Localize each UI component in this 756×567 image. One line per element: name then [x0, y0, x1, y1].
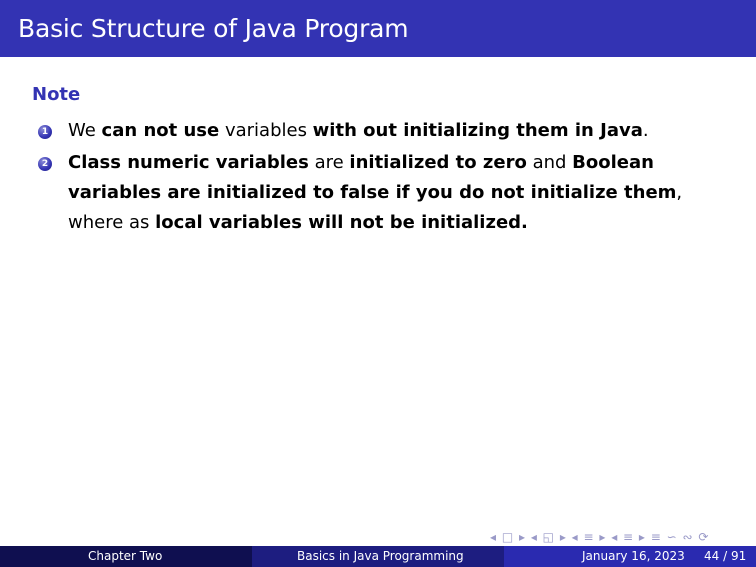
- text-run-bold: initialized to zero: [349, 152, 527, 173]
- text-run: where as: [68, 212, 156, 233]
- text-run-bold: local variables will not be initialized.: [155, 212, 528, 233]
- text-run: We: [68, 120, 102, 141]
- footer-section-left: Chapter Two: [0, 546, 252, 567]
- list-item-2-line-1: Class numeric variables are initialized …: [68, 148, 682, 178]
- text-run: ,: [676, 182, 683, 203]
- footer: Chapter Two Basics in Java Programming J…: [0, 546, 756, 567]
- list-item-1: We can not use variables with out initia…: [68, 116, 649, 146]
- footer-section-center: Basics in Java Programming: [252, 546, 504, 567]
- text-run-bold: can not use: [101, 120, 220, 141]
- list-item-2-line-2: variables are initialized to false if yo…: [68, 178, 682, 208]
- note-heading: Note: [32, 84, 81, 105]
- list-number-2: 2: [38, 157, 52, 171]
- text-run: and: [526, 152, 573, 173]
- slide-title: Basic Structure of Java Program: [18, 14, 409, 43]
- text-run-bold: variables are initialized to false if yo…: [68, 182, 677, 203]
- text-run: .: [642, 120, 649, 141]
- footer-section-right: January 16, 2023 44 / 91: [504, 546, 756, 567]
- text-run-bold: Boolean: [572, 152, 654, 173]
- text-run-bold: with out initializing them in Java: [312, 120, 643, 141]
- title-bar: Basic Structure of Java Program: [0, 0, 756, 57]
- footer-page-number: 44 / 91: [704, 549, 747, 563]
- text-run: variables: [219, 120, 313, 141]
- text-run-bold: Class numeric variables: [68, 152, 309, 173]
- navigation-controls[interactable]: ◂ □ ▸ ◂ ◱ ▸ ◂ ≡ ▸ ◂ ≡ ▸ ≡ ∽ ∾ ⟳: [490, 530, 709, 546]
- footer-date: January 16, 2023: [582, 549, 685, 563]
- list-number-1: 1: [38, 125, 52, 139]
- footer-title: Basics in Java Programming: [297, 549, 464, 563]
- text-run: are: [308, 152, 350, 173]
- list-item-2: Class numeric variables are initialized …: [68, 148, 682, 238]
- list-item-2-line-3: where as local variables will not be ini…: [68, 208, 682, 238]
- footer-chapter: Chapter Two: [88, 549, 163, 563]
